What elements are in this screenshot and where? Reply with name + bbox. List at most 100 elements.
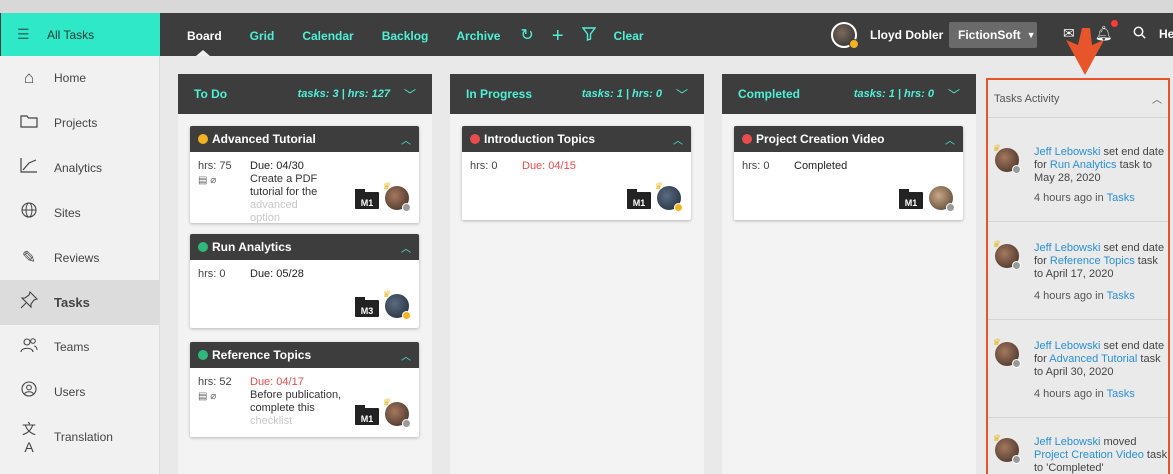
task-card-advanced-tutorial[interactable]: Advanced Tutorial ︿ hrs: 75 Due: 04/30 ▤… bbox=[190, 126, 419, 223]
chevron-up-icon[interactable]: ︿ bbox=[1152, 91, 1162, 106]
sidebar-item-reviews[interactable]: ✎ Reviews bbox=[0, 235, 159, 280]
activity-task-link[interactable]: Run Analytics bbox=[1050, 159, 1117, 171]
activity-action: moved bbox=[1100, 436, 1137, 448]
card-title[interactable]: Introduction Topics bbox=[484, 132, 595, 146]
column-todo: To Do tasks: 3 | hrs: 127 ﹀ Advanced Tut… bbox=[178, 74, 432, 474]
card-header: Reference Topics ︿ bbox=[190, 342, 419, 368]
card-title[interactable]: Run Analytics bbox=[212, 240, 292, 254]
org-selector[interactable]: FictionSoft ▼ bbox=[949, 22, 1037, 48]
card-hours: hrs: 0 bbox=[198, 268, 226, 280]
home-icon: ⌂ bbox=[23, 68, 35, 88]
refresh-icon[interactable]: ↻ bbox=[520, 28, 533, 44]
sidebar-item-teams[interactable]: Teams bbox=[0, 325, 159, 370]
card-header: Advanced Tutorial ︿ bbox=[190, 126, 419, 152]
chevron-down-icon[interactable]: ﹀ bbox=[948, 86, 960, 103]
user-name[interactable]: Lloyd Dobler bbox=[870, 28, 943, 42]
card-header: Project Creation Video ︿ bbox=[734, 126, 963, 152]
task-card-reference-topics[interactable]: Reference Topics ︿ hrs: 52 Due: 04/17 ▤ … bbox=[190, 342, 419, 437]
activity-time: 4 hours ago in Tasks bbox=[1034, 388, 1135, 400]
task-card-introduction-topics[interactable]: Introduction Topics ︿ hrs: 0 Due: 04/15 … bbox=[462, 126, 691, 220]
card-due: Due: 04/17 bbox=[250, 376, 304, 388]
tab-backlog[interactable]: Backlog bbox=[382, 29, 429, 43]
activity-location-link[interactable]: Tasks bbox=[1107, 192, 1135, 204]
user-avatar[interactable] bbox=[831, 22, 859, 49]
description-text: Before publication, complete this bbox=[250, 389, 342, 414]
sidebar-item-projects[interactable]: Projects bbox=[0, 101, 159, 146]
folder-icon bbox=[18, 113, 40, 133]
avatar[interactable] bbox=[929, 186, 955, 212]
search-icon[interactable] bbox=[1133, 26, 1146, 42]
sidebar-item-sites[interactable]: Sites bbox=[0, 190, 159, 235]
crown-icon: ♛ bbox=[654, 181, 663, 191]
activity-header: Tasks Activity ︿ bbox=[988, 80, 1168, 118]
activity-user-link[interactable]: Jeff Lebowski bbox=[1034, 146, 1100, 158]
add-icon[interactable]: + bbox=[552, 26, 564, 46]
card-title[interactable]: Reference Topics bbox=[212, 348, 311, 362]
tab-board[interactable]: Board bbox=[187, 29, 222, 43]
sidebar-item-translation[interactable]: 文A Translation bbox=[0, 414, 159, 459]
activity-item: ♛ Jeff Lebowski moved Project Creation V… bbox=[988, 433, 1168, 474]
card-body: hrs: 75 Due: 04/30 ▤ ⌀ Create a PDF tuto… bbox=[190, 152, 419, 223]
card-title[interactable]: Advanced Tutorial bbox=[212, 132, 316, 146]
sidebar-item-label: Reviews bbox=[54, 250, 100, 265]
translate-icon: 文A bbox=[22, 420, 36, 455]
filter-icon[interactable] bbox=[581, 27, 596, 45]
notification-dot bbox=[1110, 20, 1118, 27]
activity-user-link[interactable]: Jeff Lebowski bbox=[1034, 242, 1100, 254]
tab-archive[interactable]: Archive bbox=[456, 29, 500, 43]
chevron-up-icon[interactable]: ︿ bbox=[945, 132, 955, 147]
avatar[interactable]: ♛ bbox=[992, 143, 1021, 174]
activity-text: Jeff Lebowski moved Project Creation Vid… bbox=[1034, 436, 1168, 474]
clear-filter-button[interactable]: Clear bbox=[614, 29, 644, 43]
tab-grid[interactable]: Grid bbox=[250, 29, 275, 43]
card-due: Due: 05/28 bbox=[250, 268, 304, 280]
avatar[interactable]: ♛ bbox=[654, 181, 683, 212]
chevron-up-icon[interactable]: ︿ bbox=[401, 240, 411, 255]
avatar[interactable]: ♛ bbox=[992, 433, 1021, 464]
avatar[interactable]: ♛ bbox=[382, 181, 411, 212]
activity-user-link[interactable]: Jeff Lebowski bbox=[1034, 436, 1100, 448]
sidebar-item-home[interactable]: ⌂ Home bbox=[0, 56, 159, 101]
activity-task-link[interactable]: Project Creation Video bbox=[1034, 449, 1144, 461]
card-title[interactable]: Project Creation Video bbox=[756, 132, 884, 146]
crown-icon: ♛ bbox=[382, 181, 391, 191]
task-card-project-creation-video[interactable]: Project Creation Video ︿ hrs: 0 Complete… bbox=[734, 126, 963, 220]
description-fade: advanced option bbox=[250, 199, 298, 223]
card-body: hrs: 0 Due: 05/28 M3 ♛ bbox=[190, 260, 419, 320]
all-tasks-button[interactable]: ☰ All Tasks bbox=[1, 13, 160, 56]
crown-icon: ♛ bbox=[992, 239, 1001, 249]
activity-location-link[interactable]: Tasks bbox=[1107, 290, 1135, 302]
sidebar-item-label: Projects bbox=[54, 116, 98, 131]
activity-time: 4 hours ago in Tasks bbox=[1034, 192, 1135, 204]
avatar[interactable]: ♛ bbox=[382, 397, 411, 428]
status-dot bbox=[1012, 455, 1021, 464]
task-card-run-analytics[interactable]: Run Analytics ︿ hrs: 0 Due: 05/28 M3 ♛ bbox=[190, 234, 419, 328]
sidebar-item-analytics[interactable]: Analytics bbox=[0, 146, 159, 191]
active-tab-indicator bbox=[196, 50, 210, 56]
chevron-up-icon[interactable]: ︿ bbox=[401, 348, 411, 363]
avatar[interactable]: ♛ bbox=[992, 239, 1021, 270]
card-body: hrs: 0 Due: 04/15 M1 ♛ bbox=[462, 152, 691, 212]
card-body: hrs: 0 Completed M1 bbox=[734, 152, 963, 212]
status-dot bbox=[470, 134, 480, 144]
chevron-up-icon[interactable]: ︿ bbox=[401, 132, 411, 147]
status-dot bbox=[849, 39, 859, 49]
column-stats: tasks: 3 | hrs: 127 bbox=[297, 88, 390, 100]
activity-user-link[interactable]: Jeff Lebowski bbox=[1034, 340, 1100, 352]
tasks-activity-panel: Tasks Activity ︿ ♛ Jeff Lebowski set end… bbox=[986, 78, 1170, 474]
activity-task-link[interactable]: Reference Topics bbox=[1050, 255, 1135, 267]
tab-calendar[interactable]: Calendar bbox=[302, 29, 353, 43]
sidebar-item-tasks[interactable]: Tasks bbox=[0, 279, 159, 325]
chevron-down-icon: ▼ bbox=[1026, 30, 1036, 40]
sidebar-item-users[interactable]: Users bbox=[0, 370, 159, 415]
chevron-down-icon[interactable]: ﹀ bbox=[404, 86, 416, 103]
activity-location-link[interactable]: Tasks bbox=[1107, 388, 1135, 400]
avatar[interactable]: ♛ bbox=[382, 289, 411, 320]
status-dot bbox=[402, 203, 411, 212]
avatar[interactable]: ♛ bbox=[992, 337, 1021, 368]
column-title: Completed bbox=[738, 87, 801, 101]
help-link[interactable]: He bbox=[1159, 27, 1173, 41]
activity-task-link[interactable]: Advanced Tutorial bbox=[1049, 353, 1137, 365]
chevron-down-icon[interactable]: ﹀ bbox=[676, 86, 688, 103]
chevron-up-icon[interactable]: ︿ bbox=[673, 132, 683, 147]
